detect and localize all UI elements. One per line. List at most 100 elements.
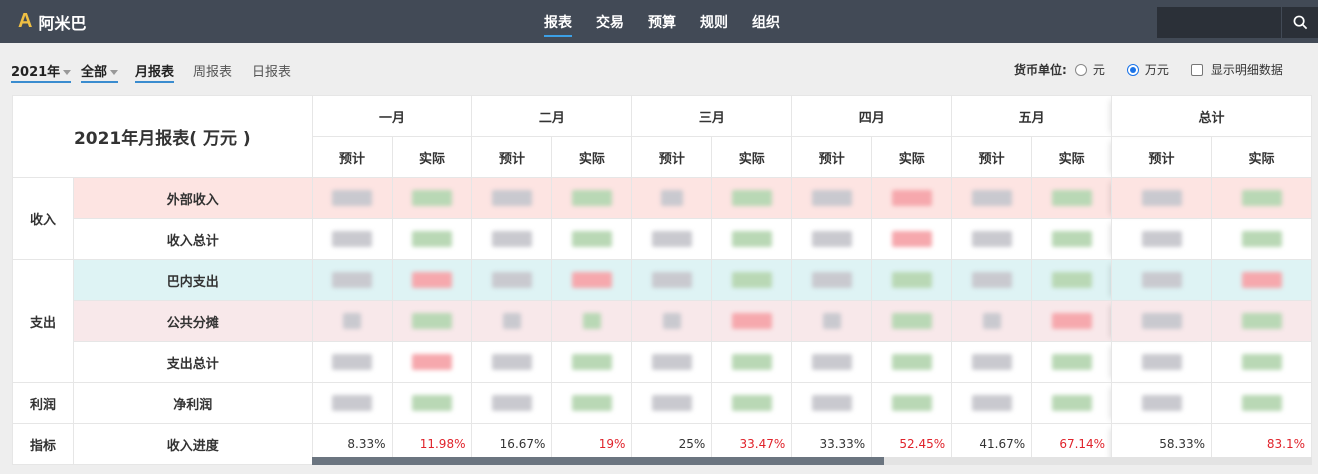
blurred-value [1031,218,1113,260]
blurred-value [551,341,633,383]
blurred-value [311,382,393,424]
blurred-value [1031,259,1113,301]
blurred-value [711,218,793,260]
blurred-value [1111,177,1212,219]
blurred-value [471,259,553,301]
nav-budget[interactable]: 预算 [648,0,676,43]
blurred-value [1211,382,1312,424]
row-label-net-profit: 净利润 [72,382,313,424]
row-label-external-income: 外部收入 [72,177,313,219]
scope-select-value: 全部 [81,65,108,80]
blurred-value [711,341,793,383]
currency-option-yuan[interactable]: 元 [1074,61,1105,78]
blurred-value [711,300,793,342]
blurred-value [951,382,1033,424]
blurred-value [631,259,713,301]
nav-organization[interactable]: 组织 [752,0,780,43]
year-select[interactable]: 2021年 [11,61,72,83]
blurred-value [1031,300,1113,342]
tab-monthly[interactable]: 月报表 [135,61,175,83]
blurred-value [391,218,473,260]
actual-header: 实际 [1211,136,1312,178]
scope-select[interactable]: 全部 [81,61,119,83]
nav-reports[interactable]: 报表 [544,0,572,43]
blurred-value [1111,341,1212,383]
blurred-value [1211,259,1312,301]
actual-header: 实际 [391,136,473,178]
row-label-internal-expense: 巴内支出 [72,259,313,301]
tab-weekly[interactable]: 周报表 [193,61,232,83]
blurred-value [311,259,393,301]
blurred-value [871,341,953,383]
row-label-public-share: 公共分摊 [72,300,313,342]
blurred-value [871,177,953,219]
currency-label: 货币单位: [1014,63,1067,77]
blurred-value [1031,341,1113,383]
main-nav: 报表 交易 预算 规则 组织 [544,0,804,43]
blurred-value [711,382,793,424]
blurred-value [631,218,713,260]
logo-icon: A [18,10,33,32]
blurred-value [951,177,1033,219]
radio-wanyuan[interactable] [1126,63,1139,76]
category-profit: 利润 [12,382,74,424]
nav-transactions[interactable]: 交易 [596,0,624,43]
chevron-down-icon [63,70,72,75]
blurred-value [311,341,393,383]
planned-header: 预计 [311,136,393,178]
nav-rules[interactable]: 规则 [700,0,728,43]
blurred-value [951,218,1033,260]
blurred-value [791,218,873,260]
blurred-value [1111,259,1212,301]
blurred-value [1111,300,1212,342]
table-row: 公共分摊 [13,300,1312,342]
blurred-value [391,177,473,219]
blurred-value [391,300,473,342]
blurred-value [551,300,633,342]
blurred-value [311,300,393,342]
top-nav-bar: A 阿米巴 报表 交易 预算 规则 组织 [0,0,1318,43]
show-detail-option[interactable]: 显示明细数据 [1190,61,1283,78]
planned-header: 预计 [631,136,713,178]
month-header: 一月 [311,95,473,137]
chevron-down-icon [110,70,119,75]
month-header: 五月 [951,95,1113,137]
blurred-value [871,300,953,342]
currency-option-label: 元 [1092,63,1105,77]
table-row: 利润 净利润 [12,382,1312,424]
month-header: 三月 [631,95,793,137]
currency-option-wanyuan[interactable]: 万元 [1126,61,1169,78]
horizontal-scrollbar-thumb[interactable] [312,457,884,465]
table-row: 支出 巴内支出 [12,259,1312,383]
blurred-value [791,341,873,383]
actual-header: 实际 [551,136,633,178]
row-label-income-total: 收入总计 [72,218,313,260]
search-button[interactable] [1281,7,1318,38]
month-header: 二月 [471,95,633,137]
table-row: 支出总计 [13,341,1312,383]
table-row: 收入总计 [13,218,1312,260]
planned-header: 预计 [471,136,553,178]
actual-header: 实际 [1031,136,1113,178]
tab-daily[interactable]: 日报表 [252,61,291,83]
show-detail-checkbox[interactable] [1190,63,1203,76]
blurred-value [1031,382,1113,424]
table-title: 2021年月报表( 万元 ) [12,95,313,178]
blurred-value [551,177,633,219]
blurred-value [631,382,713,424]
blurred-value [1211,341,1312,383]
row-label-expense-total: 支出总计 [72,341,313,383]
radio-yuan[interactable] [1074,63,1087,76]
blurred-value [391,259,473,301]
app-logo[interactable]: A 阿米巴 [18,10,86,34]
currency-selector: 货币单位: 元 万元 显示明细数据 [1014,61,1305,78]
blurred-value [391,382,473,424]
blurred-value [951,259,1033,301]
blurred-value [631,177,713,219]
table-row: 收入 外部收入 [12,177,1312,260]
blurred-value [1111,382,1212,424]
planned-header: 预计 [951,136,1033,178]
blurred-value [791,177,873,219]
search-input[interactable] [1157,7,1281,38]
blurred-value [951,300,1033,342]
